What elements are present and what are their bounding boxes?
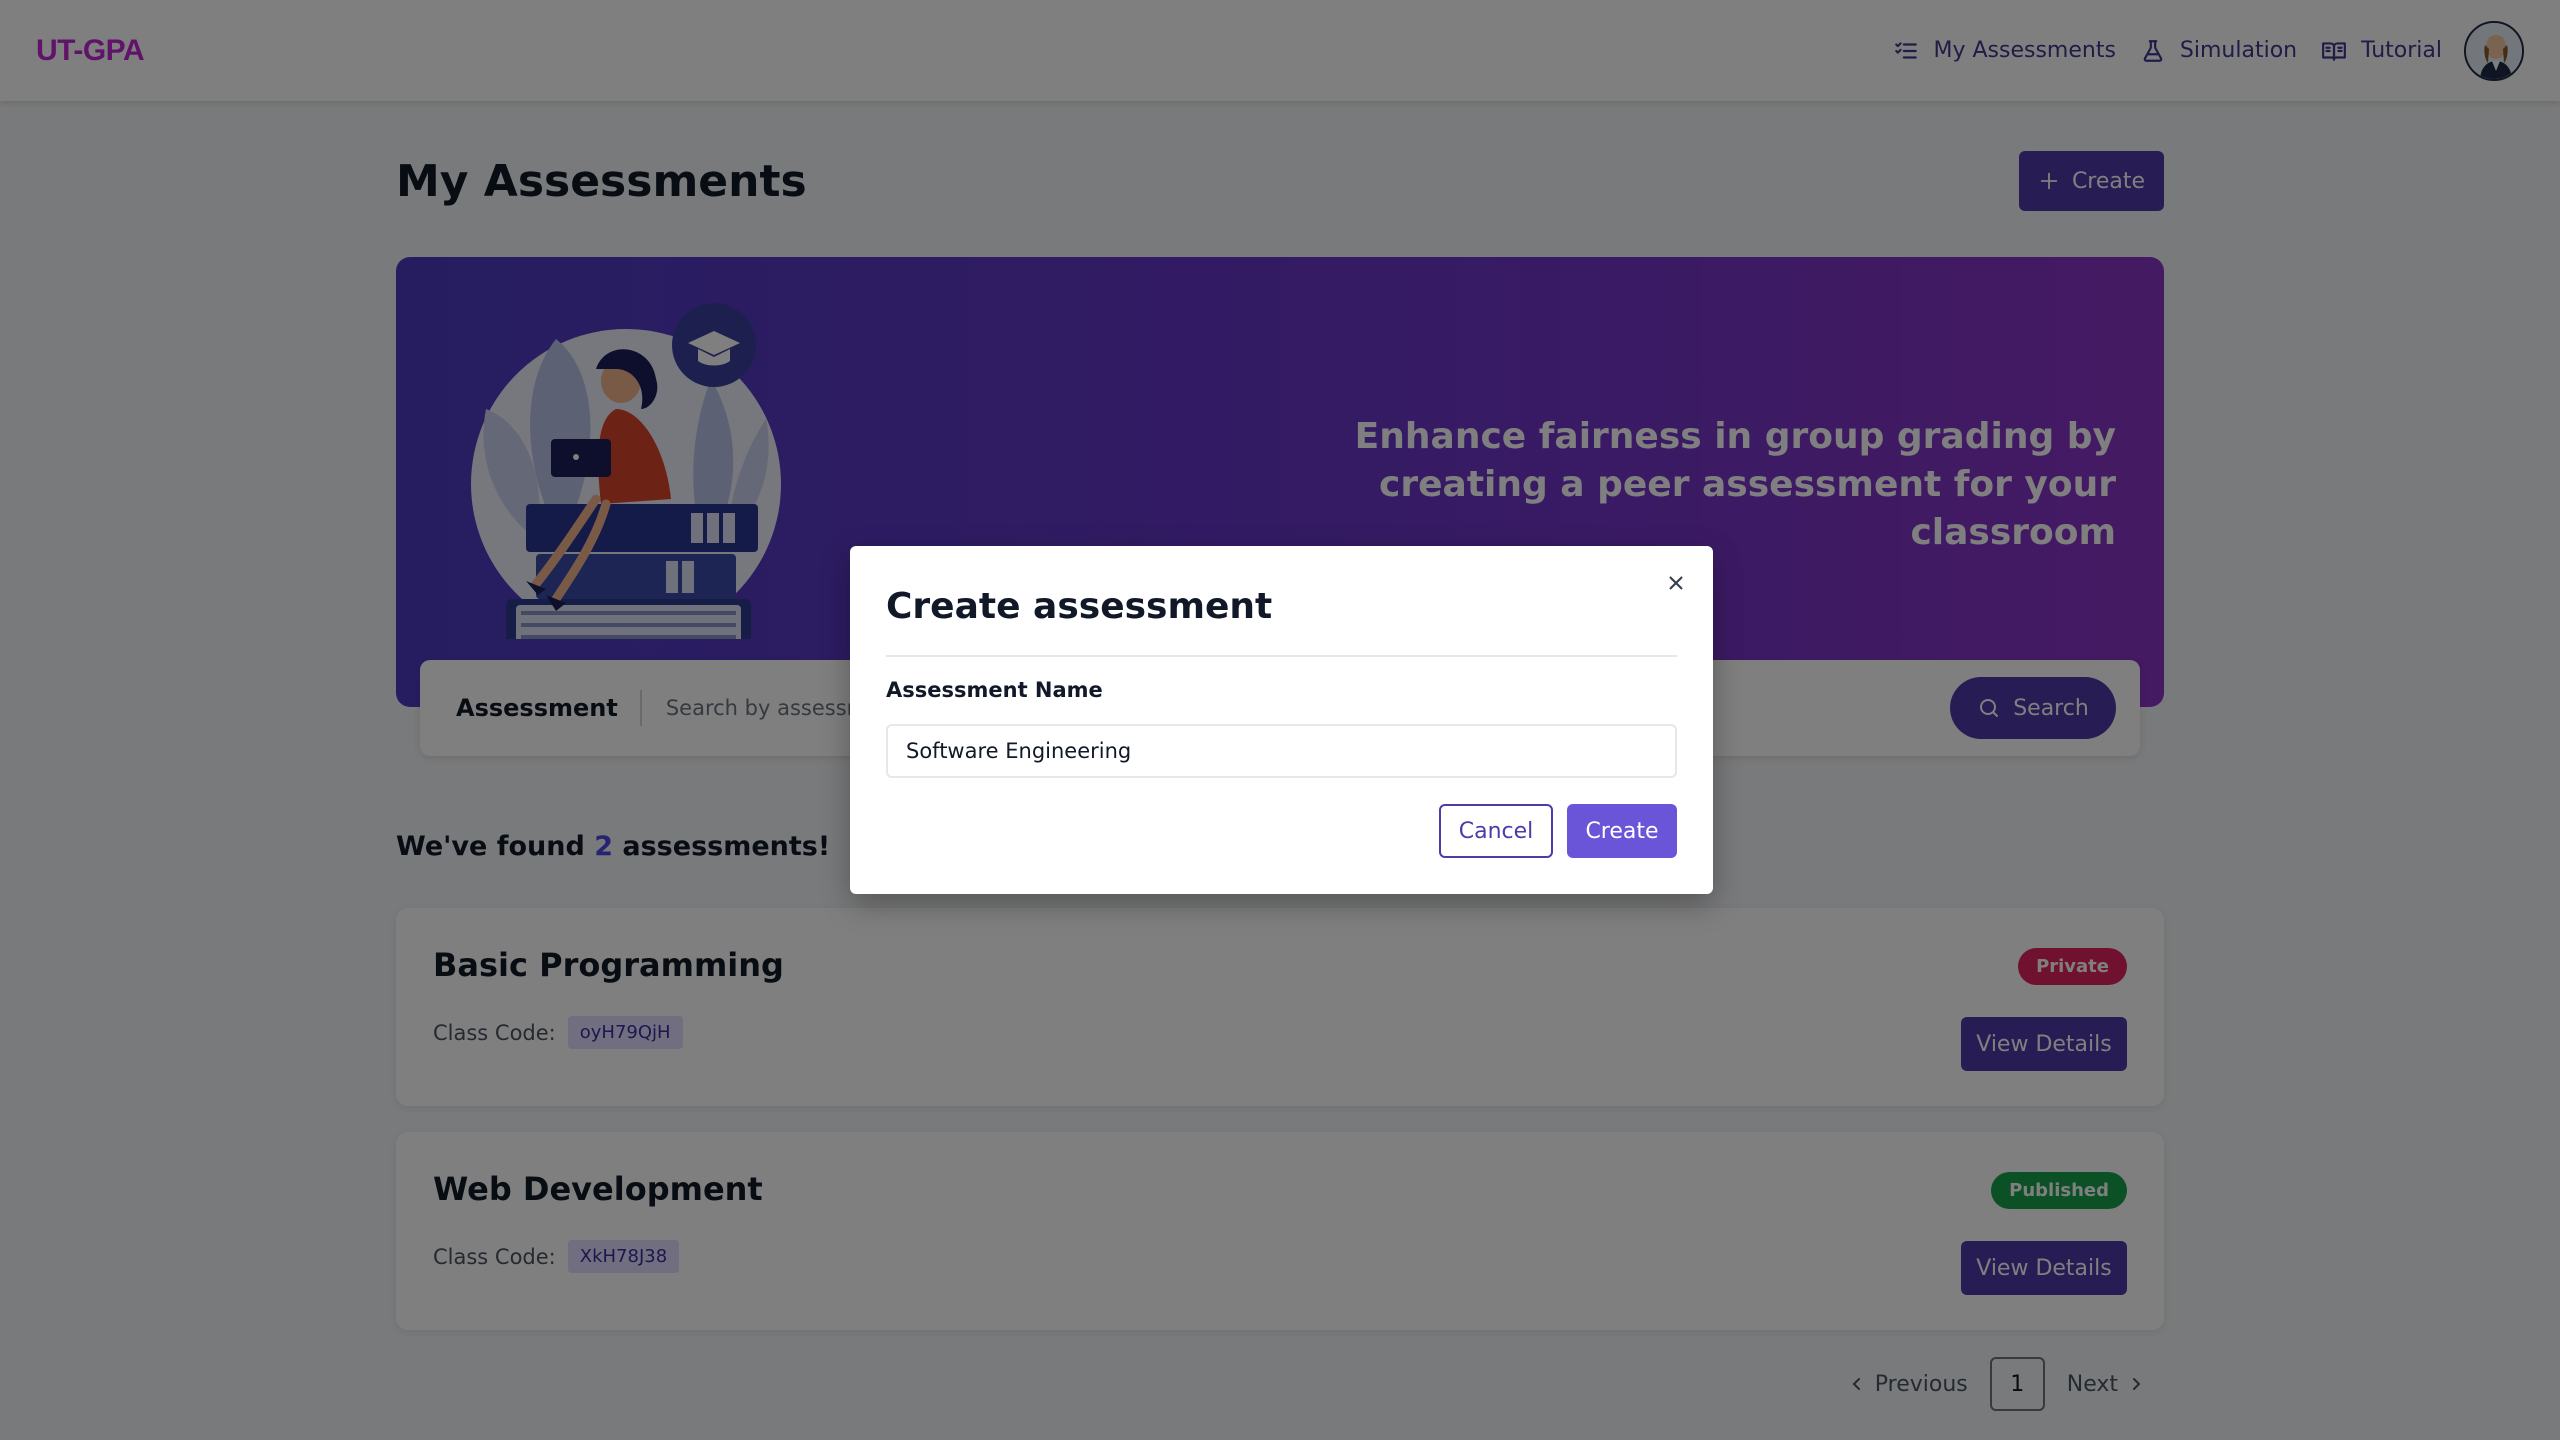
cancel-button[interactable]: Cancel xyxy=(1439,804,1553,858)
dialog-actions: Cancel Create xyxy=(1439,804,1677,858)
close-dialog-button[interactable] xyxy=(1663,570,1689,596)
create-assessment-dialog: Create assessment Assessment Name Cancel… xyxy=(850,546,1713,894)
dialog-divider xyxy=(886,655,1677,657)
confirm-create-button[interactable]: Create xyxy=(1567,804,1677,858)
dialog-title: Create assessment xyxy=(886,586,1273,627)
assessment-name-input[interactable] xyxy=(886,724,1677,778)
close-icon xyxy=(1663,570,1689,596)
assessment-name-label: Assessment Name xyxy=(886,678,1103,702)
